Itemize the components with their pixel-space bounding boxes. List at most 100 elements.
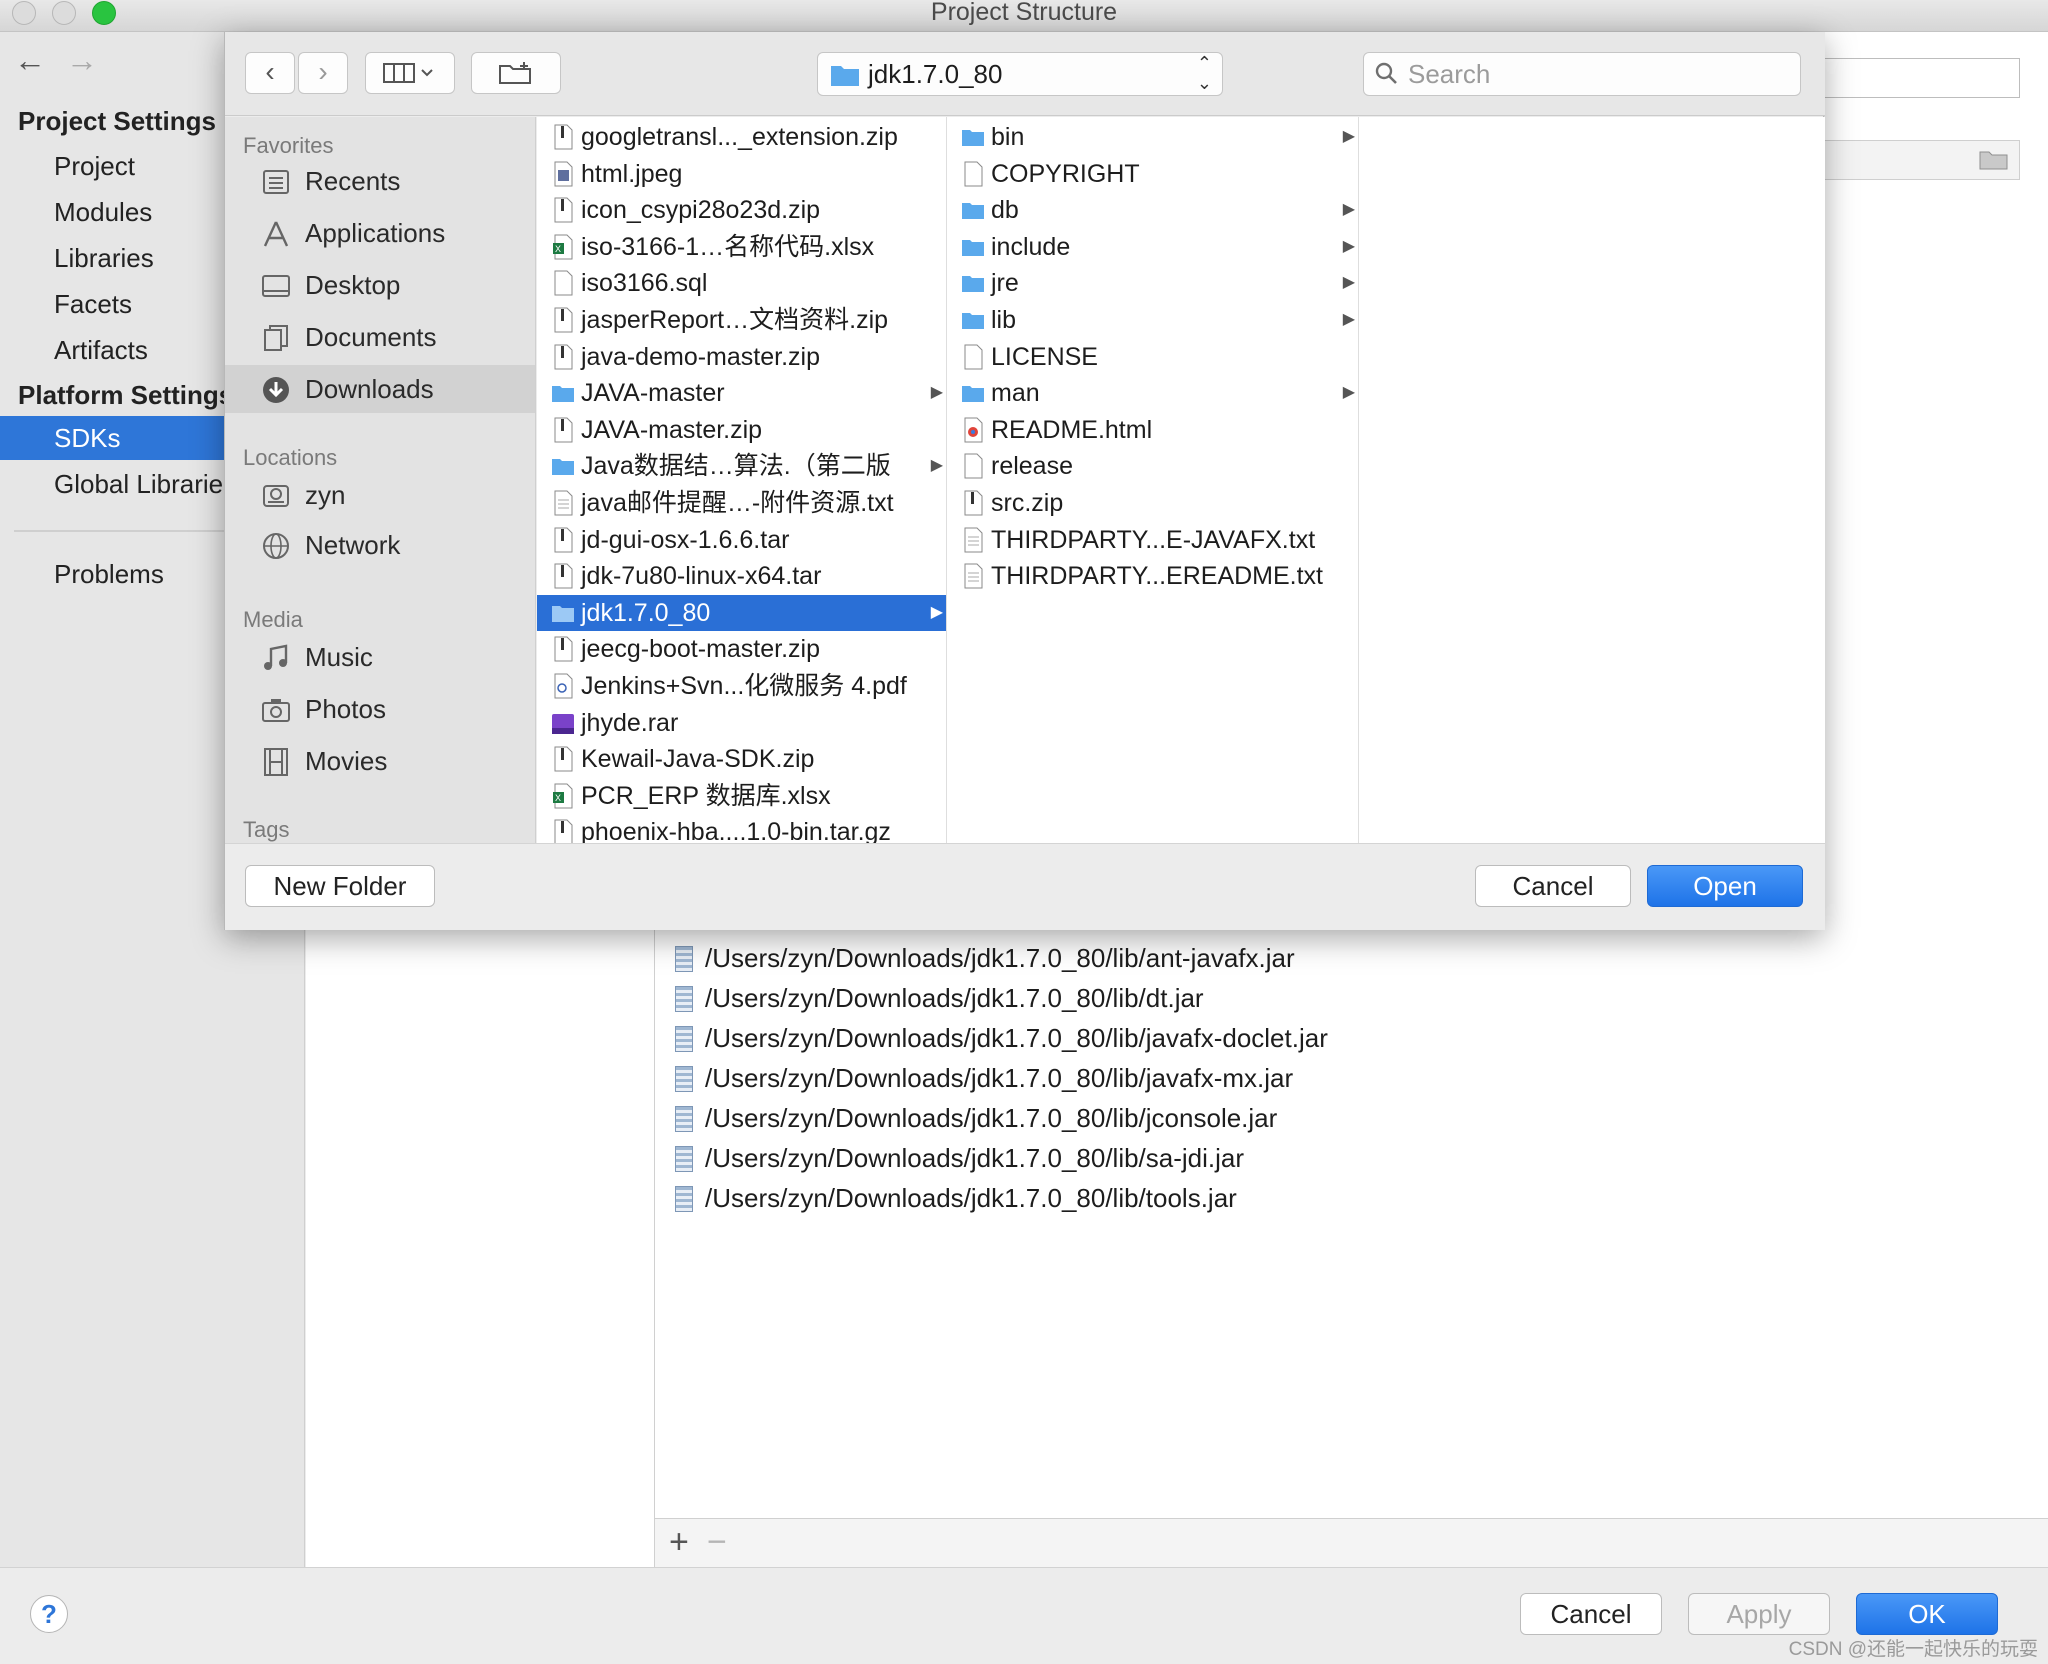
list-item[interactable]: /Users/zyn/Downloads/jdk1.7.0_80/lib/sa-… [675,1138,1244,1178]
file-row[interactable]: bin ▶ [947,119,1358,155]
file-row[interactable]: jhyde.rar [537,705,946,741]
file-row[interactable]: JAVA-master.zip [537,412,946,448]
search-input[interactable] [1408,57,1788,91]
sidebar-item-music[interactable]: Music [225,633,535,681]
file-row[interactable]: java邮件提醒…-附件资源.txt [537,485,946,521]
file-name: bin [991,123,1025,151]
search-field[interactable] [1363,52,1801,96]
file-row[interactable]: icon_csypi28o23d.zip [537,192,946,228]
network-icon [263,533,289,559]
downloads-icon [263,377,289,403]
sidebar-item-photos[interactable]: Photos [225,685,535,733]
file-row[interactable]: googletransl..._extension.zip [537,119,946,155]
view-mode-button[interactable] [365,52,455,94]
sidebar-item-recents[interactable]: Recents [225,157,535,205]
file-name: COPYRIGHT [991,159,1140,188]
location-selector[interactable]: jdk1.7.0_80 ⌃ ⌄ [817,52,1223,96]
film-icon [264,748,288,776]
folder-icon [552,605,574,622]
folder-icon [962,130,984,146]
file-row[interactable]: COPYRIGHT [947,156,1358,192]
list-item[interactable]: /Users/zyn/Downloads/jdk1.7.0_80/lib/ant… [675,938,1295,978]
file-row[interactable]: iso3166.sql [537,265,946,301]
help-button[interactable]: ? [30,1595,68,1633]
file-row[interactable]: db ▶ [947,192,1358,228]
file-row[interactable]: Java数据结…算法.（第二版 ▶ [537,448,946,484]
back-button[interactable]: ‹ [245,52,295,94]
folder-icon [962,203,984,220]
file-row[interactable]: JAVA-master ▶ [537,375,946,411]
file-row[interactable]: Kewail-Java-SDK.zip [537,741,946,777]
sidebar-item-applications[interactable]: Applications [225,209,535,257]
recents-icon [263,170,289,194]
file-row[interactable]: X PCR_ERP 数据库.xlsx [537,778,946,814]
zip-file-icon [554,746,573,772]
open-button[interactable]: Open [1647,865,1803,907]
favorites-heading: Favorites [243,133,334,158]
chevron-left-icon: ‹ [265,56,275,87]
sidebar-item-documents[interactable]: Documents [225,313,535,361]
file-row[interactable]: java-demo-master.zip [537,339,946,375]
list-item[interactable]: /Users/zyn/Downloads/jdk1.7.0_80/lib/jav… [675,1058,1293,1098]
add-path-button[interactable]: + [669,1523,689,1562]
file-row[interactable]: jre ▶ [947,265,1358,301]
file-row[interactable]: src.zip [947,485,1358,521]
file-row[interactable]: release [947,448,1358,484]
forward-button[interactable]: › [298,52,348,94]
sdk-home-path-field[interactable] [1810,140,2020,180]
file-name: phoenix-hba....1.0-bin.tar.gz [581,818,891,843]
jar-icon [675,946,693,972]
sidebar-item-downloads[interactable]: Downloads [225,365,535,413]
excel-file-icon: X [553,783,573,809]
file-row[interactable]: phoenix-hba....1.0-bin.tar.gz [537,814,946,843]
cancel-button[interactable]: Cancel [1520,1593,1662,1635]
forward-arrow-icon[interactable]: → [66,42,98,79]
file-row[interactable]: lib ▶ [947,302,1358,338]
file-row[interactable]: jdk1.7.0_80 ▶ [537,594,946,631]
folder-browse-icon[interactable] [1979,147,2009,171]
file-name: jhyde.rar [581,708,679,737]
file-name: html.jpeg [581,159,683,188]
folder-icon [962,386,984,403]
file-row[interactable]: Xiso-3166-1…名称代码.xlsx [537,229,946,265]
file-name: LICENSE [991,342,1098,371]
file-row[interactable]: html.jpeg [537,156,946,192]
file-row[interactable]: README.html [947,412,1358,448]
sidebar-item-zyn[interactable]: zyn [225,471,535,519]
sidebar-item-network[interactable]: Network [225,521,535,569]
dialog-sidebar: Favorites Recents Applications Desktop D… [225,117,536,843]
file-row[interactable]: jasperReport…文档资料.zip [537,302,946,338]
file-row[interactable]: include ▶ [947,229,1358,265]
file-row[interactable]: LICENSE [947,339,1358,375]
list-item[interactable]: /Users/zyn/Downloads/jdk1.7.0_80/lib/dt.… [675,978,1204,1018]
new-folder-toolbar-button[interactable] [471,52,561,94]
list-item[interactable]: /Users/zyn/Downloads/jdk1.7.0_80/lib/too… [675,1178,1237,1218]
search-icon [1375,62,1397,84]
new-folder-button[interactable]: New Folder [245,865,435,907]
file-row[interactable]: man ▶ [947,375,1358,411]
zip-file-icon [554,636,573,662]
back-arrow-icon[interactable]: ← [14,42,46,79]
disclosure-arrow-icon: ▶ [1342,311,1355,328]
list-item[interactable]: /Users/zyn/Downloads/jdk1.7.0_80/lib/jav… [675,1018,1328,1058]
sdk-name-field[interactable] [1810,58,2020,98]
file-row[interactable]: THIRDPARTY...EREADME.txt [947,558,1358,594]
zip-file-icon [554,527,573,553]
dialog-cancel-button[interactable]: Cancel [1475,865,1631,907]
file-row[interactable]: Jenkins+Svn...化微服务 4.pdf [537,668,946,704]
list-item[interactable]: /Users/zyn/Downloads/jdk1.7.0_80/lib/jco… [675,1098,1277,1138]
file-name: Java数据结…算法.（第二版 [581,452,891,481]
jar-icon [675,986,693,1012]
sidebar-item-desktop[interactable]: Desktop [225,261,535,309]
file-row[interactable]: jdk-7u80-linux-x64.tar [537,558,946,594]
sidebar-item-movies[interactable]: Movies [225,737,535,785]
file-row[interactable]: THIRDPARTY...E-JAVAFX.txt [947,522,1358,558]
apply-button[interactable]: Apply [1688,1593,1830,1635]
remove-path-button[interactable]: − [707,1523,727,1562]
applications-icon [263,221,289,247]
file-row[interactable]: jd-gui-osx-1.6.6.tar [537,522,946,558]
title-bar: Project Structure [0,0,2048,32]
file-row[interactable]: jeecg-boot-master.zip [537,631,946,667]
project-structure-window: Project Structure ← → Project Settings P… [0,0,2048,1664]
ok-button[interactable]: OK [1856,1593,1998,1635]
